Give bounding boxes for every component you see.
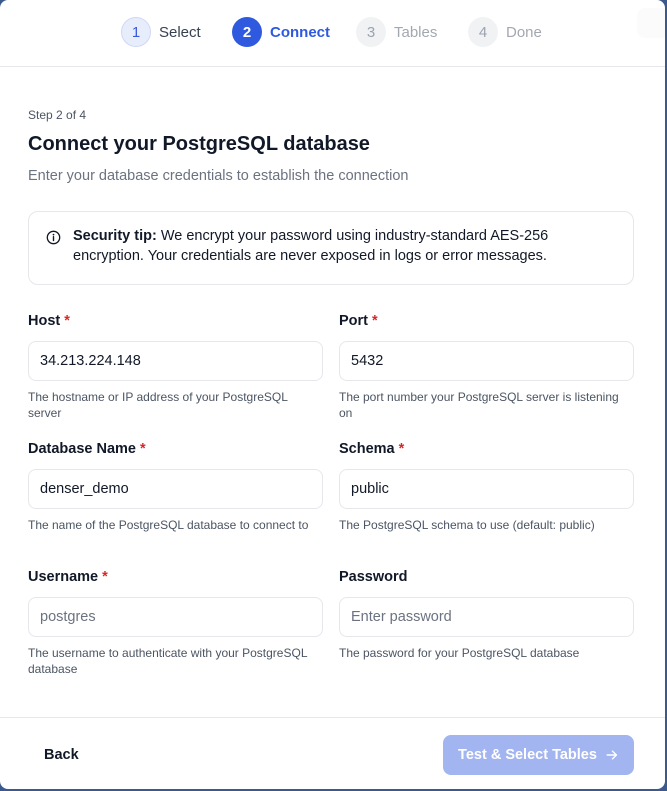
password-input[interactable]	[339, 597, 634, 637]
database-label-text: Database Name	[28, 441, 136, 457]
test-select-tables-button[interactable]: Test & Select Tables	[443, 735, 634, 775]
stepper: 1 Select 2 Connect 3 Tables 4 Done	[0, 0, 665, 67]
arrow-right-icon	[606, 750, 618, 760]
database-label: Database Name *	[28, 441, 146, 457]
username-input[interactable]	[28, 597, 323, 637]
step-label: Connect	[270, 23, 330, 41]
info-icon	[46, 230, 61, 245]
schema-input[interactable]	[339, 469, 634, 509]
back-button[interactable]: Back	[28, 740, 95, 770]
password-help: The password for your PostgreSQL databas…	[339, 646, 580, 660]
step-number: 3	[356, 17, 386, 47]
host-input[interactable]	[28, 341, 323, 381]
required-marker: *	[102, 569, 108, 585]
database-input[interactable]	[28, 469, 323, 509]
tip-label: Security tip:	[73, 228, 157, 244]
step-number: 2	[232, 17, 262, 47]
step-connect[interactable]: 2 Connect	[232, 17, 330, 47]
username-label: Username *	[28, 569, 108, 585]
step-label: Tables	[394, 23, 438, 41]
schema-help: The PostgreSQL schema to use (default: p…	[339, 518, 595, 532]
required-marker: *	[140, 441, 146, 457]
page-title: Connect your PostgreSQL database	[28, 133, 370, 155]
password-label-text: Password	[339, 569, 408, 585]
page-subtitle: Enter your database credentials to estab…	[28, 168, 409, 184]
close-button[interactable]	[637, 8, 665, 38]
host-label-text: Host	[28, 313, 61, 329]
database-help: The name of the PostgreSQL database to c…	[28, 518, 309, 532]
dialog-footer: Back Test & Select Tables	[0, 717, 665, 789]
port-input[interactable]	[339, 341, 634, 381]
username-help: The username to authenticate with your P…	[28, 646, 308, 676]
step-select[interactable]: 1 Select	[121, 17, 201, 47]
required-marker: *	[64, 313, 70, 329]
step-label: Select	[159, 23, 201, 41]
schema-label: Schema *	[339, 441, 404, 457]
username-label-text: Username	[28, 569, 99, 585]
port-label: Port *	[339, 313, 378, 329]
step-done: 4 Done	[468, 17, 542, 47]
host-help: The hostname or IP address of your Postg…	[28, 390, 288, 420]
password-label: Password	[339, 569, 408, 585]
schema-label-text: Schema	[339, 441, 395, 457]
host-label: Host *	[28, 313, 70, 329]
port-help: The port number your PostgreSQL server i…	[339, 390, 619, 420]
connect-dialog: 1 Select 2 Connect 3 Tables 4 Done Step …	[0, 0, 665, 789]
security-tip: Security tip: We encrypt your password u…	[28, 211, 634, 285]
step-count: Step 2 of 4	[28, 108, 87, 122]
required-marker: *	[372, 313, 378, 329]
step-tables: 3 Tables	[356, 17, 437, 47]
step-number: 4	[468, 17, 498, 47]
step-number: 1	[121, 17, 151, 47]
port-label-text: Port	[339, 313, 368, 329]
step-label: Done	[506, 23, 542, 41]
next-button-label: Test & Select Tables	[458, 747, 597, 763]
required-marker: *	[398, 441, 405, 457]
